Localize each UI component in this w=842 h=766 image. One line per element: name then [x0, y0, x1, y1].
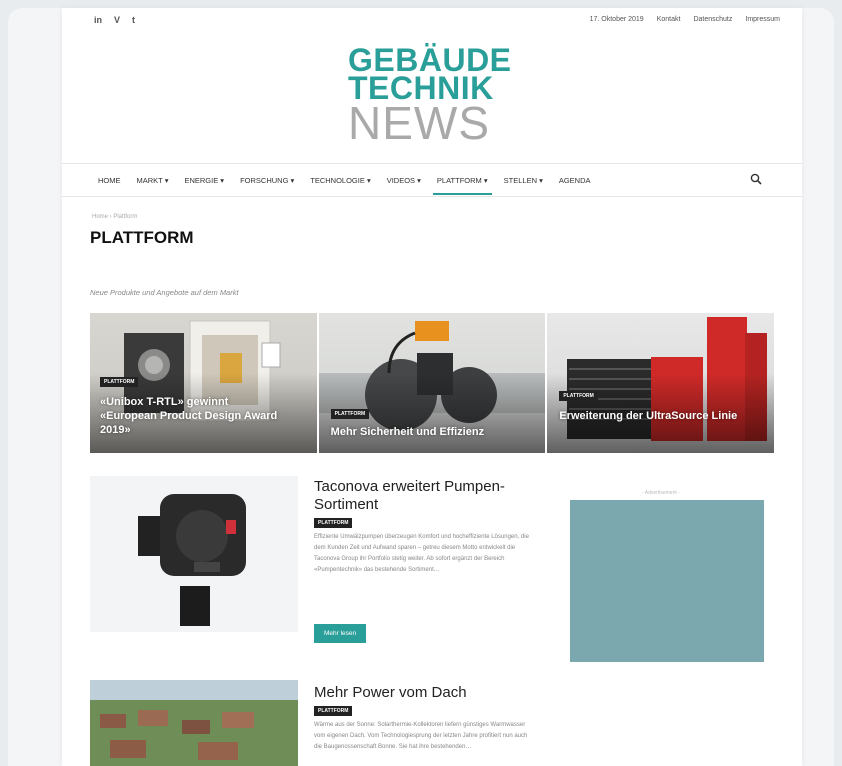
category-tag[interactable]: PLATTFORM: [559, 391, 598, 401]
search-icon[interactable]: [750, 173, 762, 185]
link-kontakt[interactable]: Kontakt: [657, 16, 681, 23]
link-datenschutz[interactable]: Datenschutz: [693, 16, 732, 23]
article-excerpt: Effiziente Umwälzpumpen überzeugen Komfo…: [314, 534, 529, 573]
article-image-pump[interactable]: [90, 476, 298, 632]
logo-line-3: NEWS: [348, 97, 490, 149]
nav-plattform[interactable]: PLATTFORM ▾: [432, 176, 492, 195]
vimeo-icon[interactable]: V: [114, 15, 120, 25]
page-subtitle: Neue Produkte und Angebote auf dem Markt: [90, 288, 239, 297]
article-title[interactable]: Mehr Power vom Dach: [314, 684, 544, 702]
nav-markt[interactable]: MARKT ▾: [137, 176, 169, 195]
linkedin-icon[interactable]: in: [94, 15, 102, 25]
featured-title[interactable]: Erweiterung der UltraSource Linie: [559, 409, 769, 423]
nav-forschung[interactable]: FORSCHUNG ▾: [240, 176, 294, 195]
category-tag[interactable]: PLATTFORM: [314, 706, 353, 716]
article-image-aerial[interactable]: [90, 680, 298, 766]
featured-grid: PLATTFORM «Unibox T-RTL» gewinnt «Europe…: [90, 313, 775, 453]
advertisement-label: - Advertisement -: [642, 490, 680, 496]
twitter-icon[interactable]: t: [132, 15, 135, 25]
nav-stellen[interactable]: STELLEN ▾: [504, 176, 543, 195]
featured-title[interactable]: Mehr Sicherheit und Effizienz: [331, 425, 531, 439]
nav-home[interactable]: HOME: [98, 176, 121, 195]
article-excerpt: Wärme aus der Sonne: Solarthermie-Kollek…: [314, 722, 528, 750]
nav-energie[interactable]: ENERGIE ▾: [184, 176, 224, 195]
advertisement-banner[interactable]: [570, 500, 764, 662]
nav-technologie[interactable]: TECHNOLOGIE ▾: [310, 176, 370, 195]
featured-item[interactable]: PLATTFORM «Unibox T-RTL» gewinnt «Europe…: [90, 313, 317, 453]
category-tag[interactable]: PLATTFORM: [314, 518, 353, 528]
featured-item[interactable]: PLATTFORM Erweiterung der UltraSource Li…: [547, 313, 775, 453]
social-links: in V t: [94, 15, 135, 25]
top-bar: in V t 17. Oktober 2019 Kontakt Datensch…: [62, 8, 802, 32]
current-date: 17. Oktober 2019: [589, 16, 644, 23]
category-tag[interactable]: PLATTFORM: [100, 377, 139, 387]
read-more-button[interactable]: Mehr lesen: [314, 624, 367, 643]
top-links: 17. Oktober 2019 Kontakt Datenschutz Imp…: [590, 16, 780, 23]
web-page: in V t 17. Oktober 2019 Kontakt Datensch…: [62, 8, 802, 766]
category-tag[interactable]: PLATTFORM: [330, 409, 370, 419]
link-impressum[interactable]: Impressum: [745, 16, 780, 23]
breadcrumb[interactable]: Home › Plattform: [92, 214, 137, 220]
featured-title[interactable]: «Unibox T-RTL» gewinnt «European Product…: [100, 395, 280, 437]
nav-agenda[interactable]: AGENDA: [559, 176, 591, 195]
featured-item[interactable]: PLATTFORM Mehr Sicherheit und Effizienz: [318, 313, 546, 453]
page-title: PLATTFORM: [90, 228, 194, 247]
nav-videos[interactable]: VIDEOS ▾: [387, 176, 421, 195]
site-logo[interactable]: GEBÄUDE TECHNIK NEWS: [348, 44, 518, 149]
article-title[interactable]: Taconova erweitert Pumpen-Sortiment: [314, 478, 544, 514]
main-navigation: HOME MARKT ▾ ENERGIE ▾ FORSCHUNG ▾ TECHN…: [62, 163, 802, 197]
